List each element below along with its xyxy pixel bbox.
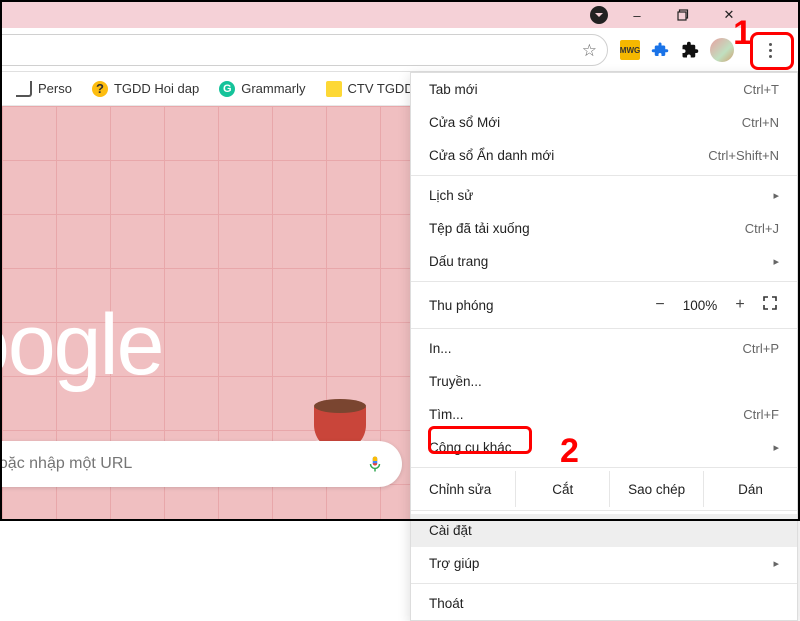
zoom-out-button[interactable]: − <box>645 296 675 314</box>
bookmark-label: CTV TGDD <box>348 81 414 96</box>
bookmark-label: Grammarly <box>241 81 305 96</box>
menu-divider <box>411 583 797 584</box>
annotation-step-1: 1 <box>733 14 752 53</box>
menu-label: Trợ giúp <box>429 556 479 571</box>
grammarly-icon: G <box>219 81 235 97</box>
menu-label: Cửa sổ Mới <box>429 115 500 130</box>
menu-label: Lịch sử <box>429 188 473 203</box>
question-icon: ? <box>92 81 108 97</box>
zoom-value: 100% <box>675 298 725 313</box>
menu-shortcut: Ctrl+T <box>743 82 779 97</box>
menu-help[interactable]: Trợ giúp <box>411 547 797 580</box>
menu-label: Cài đặt <box>429 523 472 538</box>
tab-dropdown-icon[interactable] <box>590 6 608 24</box>
menu-label: Tệp đã tải xuống <box>429 221 530 236</box>
menu-paste[interactable]: Dán <box>703 471 797 507</box>
menu-bookmarks[interactable]: Dấu trang <box>411 245 797 278</box>
google-logo-text: oogle <box>0 296 162 395</box>
menu-exit[interactable]: Thoát <box>411 587 797 620</box>
folder-icon <box>16 81 32 97</box>
menu-label: In... <box>429 341 452 356</box>
menu-shortcut: Ctrl+P <box>743 341 779 356</box>
menu-label: Dấu trang <box>429 254 488 269</box>
profile-avatar[interactable] <box>710 38 734 62</box>
menu-cast[interactable]: Truyền... <box>411 365 797 398</box>
extension-mwg-icon[interactable]: MWG <box>620 40 640 60</box>
menu-edit-label: Chỉnh sửa <box>411 471 515 507</box>
menu-label: Thu phóng <box>429 298 645 313</box>
menu-divider <box>411 175 797 176</box>
menu-label: Truyền... <box>429 374 482 389</box>
zoom-in-button[interactable]: + <box>725 296 755 314</box>
menu-divider <box>411 328 797 329</box>
menu-label: Tab mới <box>429 82 478 97</box>
address-bar[interactable]: ☆ <box>0 34 608 66</box>
search-bar[interactable] <box>0 441 402 487</box>
menu-cut[interactable]: Cắt <box>515 471 609 507</box>
menu-downloads[interactable]: Tệp đã tải xuống Ctrl+J <box>411 212 797 245</box>
voice-search-icon[interactable] <box>366 453 384 475</box>
fullscreen-button[interactable] <box>755 296 785 315</box>
bookmark-ctv-tgdd[interactable]: CTV TGDD <box>316 72 424 106</box>
annotation-box-2 <box>428 426 532 454</box>
menu-zoom: Thu phóng − 100% + <box>411 285 797 325</box>
menu-divider <box>411 281 797 282</box>
bookmark-tgdd-hoidap[interactable]: ? TGDD Hoi dap <box>82 72 209 106</box>
menu-label: Tìm... <box>429 407 464 422</box>
bookmark-label: TGDD Hoi dap <box>114 81 199 96</box>
folder-icon <box>326 81 342 97</box>
menu-settings[interactable]: Cài đặt <box>411 514 797 547</box>
bookmark-star-icon[interactable]: ☆ <box>582 41 597 61</box>
bookmark-perso[interactable]: Perso <box>6 72 82 106</box>
menu-shortcut: Ctrl+F <box>743 407 779 422</box>
menu-shortcut: Ctrl+Shift+N <box>708 148 779 163</box>
menu-shortcut: Ctrl+N <box>742 115 779 130</box>
menu-copy[interactable]: Sao chép <box>609 471 703 507</box>
chrome-menu: Tab mới Ctrl+T Cửa sổ Mới Ctrl+N Cửa sổ … <box>410 72 798 621</box>
bookmark-label: Perso <box>38 81 72 96</box>
menu-label: Cửa sổ Ẩn danh mới <box>429 148 554 163</box>
menu-divider <box>411 467 797 468</box>
annotation-step-2: 2 <box>560 432 579 471</box>
menu-new-window[interactable]: Cửa sổ Mới Ctrl+N <box>411 106 797 139</box>
new-tab-page: oogle <box>2 106 410 519</box>
bookmark-grammarly[interactable]: G Grammarly <box>209 72 315 106</box>
window-gap <box>752 2 798 28</box>
menu-shortcut: Ctrl+J <box>745 221 779 236</box>
window-titlebar: – ✕ <box>2 2 798 28</box>
extension-icon[interactable] <box>650 40 670 60</box>
menu-label: Thoát <box>429 596 464 611</box>
menu-print[interactable]: In... Ctrl+P <box>411 332 797 365</box>
menu-history[interactable]: Lịch sử <box>411 179 797 212</box>
window-minimize-button[interactable]: – <box>614 2 660 28</box>
search-input[interactable] <box>0 455 366 473</box>
window-maximize-button[interactable] <box>660 2 706 28</box>
menu-incognito[interactable]: Cửa sổ Ẩn danh mới Ctrl+Shift+N <box>411 139 797 172</box>
toolbar: ☆ MWG <box>2 28 798 72</box>
menu-edit-row: Chỉnh sửa Cắt Sao chép Dán <box>411 471 797 507</box>
menu-new-tab[interactable]: Tab mới Ctrl+T <box>411 73 797 106</box>
menu-divider <box>411 510 797 511</box>
annotation-box-1 <box>750 32 794 70</box>
extensions-button-icon[interactable] <box>680 40 700 60</box>
